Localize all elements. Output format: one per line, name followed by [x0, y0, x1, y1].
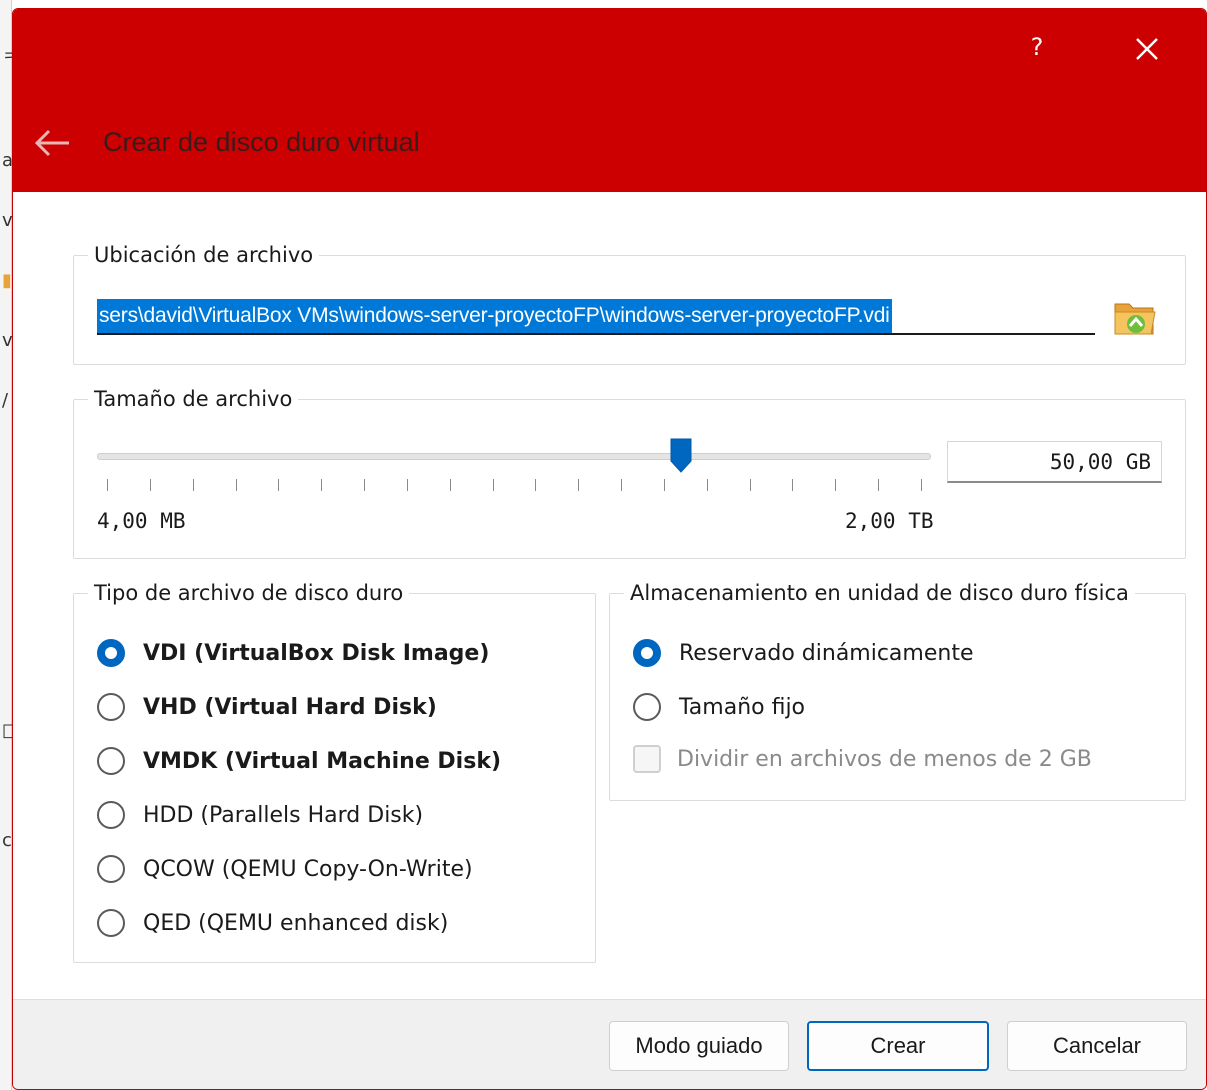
create-virtual-disk-dialog: ? Crear de disco duro virtual Ubicación … [12, 8, 1207, 1090]
radio-button[interactable] [97, 693, 125, 721]
slider-tick [792, 479, 793, 491]
radio-label-qed: QED (QEMU enhanced disk) [143, 910, 449, 936]
folder-open-icon [1114, 303, 1156, 335]
file-size-legend: Tamaño de archivo [94, 387, 293, 411]
size-min-label: 4,00 MB [97, 509, 186, 533]
radio-qed[interactable]: QED (QEMU enhanced disk) [97, 905, 448, 941]
close-button[interactable] [1125, 27, 1169, 71]
radio-label-vdi: VDI (VirtualBox Disk Image) [143, 640, 490, 666]
radio-button[interactable] [97, 747, 125, 775]
slider-tick [664, 479, 665, 491]
slider-tick [450, 479, 451, 491]
radio-label-hdd: HDD (Parallels Hard Disk) [143, 802, 424, 828]
file-size-slider[interactable] [97, 437, 931, 477]
storage-legend: Almacenamiento en unidad de disco duro f… [630, 581, 1129, 605]
radio-label-vhd: VHD (Virtual Hard Disk) [143, 694, 437, 720]
split-files-checkbox-row[interactable]: Dividir en archivos de menos de 2 GB [633, 741, 1092, 777]
radio-dynamic[interactable]: Reservado dinámicamente [633, 635, 974, 671]
slider-tick [278, 479, 279, 491]
split-files-label: Dividir en archivos de menos de 2 GB [677, 746, 1092, 772]
slider-tick [407, 479, 408, 491]
radio-button[interactable] [97, 639, 125, 667]
slider-tick [493, 479, 494, 491]
slider-thumb[interactable] [670, 437, 692, 473]
slider-tick [707, 479, 708, 491]
file-size-input[interactable] [947, 441, 1162, 483]
close-icon [1136, 38, 1158, 60]
choose-file-button[interactable] [1111, 296, 1159, 340]
radio-button[interactable] [97, 855, 125, 883]
slider-ticks [97, 479, 931, 493]
slider-tick [236, 479, 237, 491]
radio-qcow[interactable]: QCOW (QEMU Copy-On-Write) [97, 851, 473, 887]
radio-vdi[interactable]: VDI (VirtualBox Disk Image) [97, 635, 489, 671]
slider-tick [835, 479, 836, 491]
dialog-header: ? Crear de disco duro virtual [13, 9, 1206, 192]
radio-button[interactable] [97, 801, 125, 829]
help-button[interactable]: ? [1017, 27, 1057, 67]
slider-tick [321, 479, 322, 491]
back-button[interactable] [31, 125, 75, 161]
slider-tick [193, 479, 194, 491]
slider-tick [878, 479, 879, 491]
radio-vhd[interactable]: VHD (Virtual Hard Disk) [97, 689, 437, 725]
guided-mode-button[interactable]: Modo guiado [609, 1021, 789, 1071]
slider-tick [921, 479, 922, 491]
slider-tick [750, 479, 751, 491]
size-max-label: 2,00 TB [845, 509, 934, 533]
radio-label-qcow: QCOW (QEMU Copy-On-Write) [143, 856, 473, 882]
radio-button[interactable] [633, 639, 661, 667]
radio-fixed[interactable]: Tamaño fijo [633, 689, 805, 725]
slider-tick [107, 479, 108, 491]
radio-vmdk[interactable]: VMDK (Virtual Machine Disk) [97, 743, 501, 779]
file-location-legend: Ubicación de archivo [94, 243, 314, 267]
disk-type-legend: Tipo de archivo de disco duro [94, 581, 404, 605]
slider-track [97, 453, 931, 460]
back-arrow-icon [34, 129, 69, 157]
slider-tick [364, 479, 365, 491]
radio-button[interactable] [633, 693, 661, 721]
background-window-edge: ㅋ a v ▮ v / □ c [0, 0, 19, 1090]
slider-tick [621, 479, 622, 491]
slider-tick [578, 479, 579, 491]
radio-hdd[interactable]: HDD (Parallels Hard Disk) [97, 797, 423, 833]
file-path-text: sers\david\VirtualBox VMs\windows-server… [97, 299, 892, 333]
file-path-input[interactable]: sers\david\VirtualBox VMs\windows-server… [97, 299, 1095, 335]
radio-label-fixed: Tamaño fijo [679, 694, 806, 720]
slider-tick [535, 479, 536, 491]
radio-label-dynamic: Reservado dinámicamente [679, 640, 974, 666]
split-files-checkbox[interactable] [633, 745, 661, 773]
dialog-title: Crear de disco duro virtual [103, 127, 420, 157]
slider-tick [150, 479, 151, 491]
radio-label-vmdk: VMDK (Virtual Machine Disk) [143, 748, 502, 774]
cancel-button[interactable]: Cancelar [1007, 1021, 1187, 1071]
radio-button[interactable] [97, 909, 125, 937]
create-button[interactable]: Crear [807, 1021, 989, 1071]
